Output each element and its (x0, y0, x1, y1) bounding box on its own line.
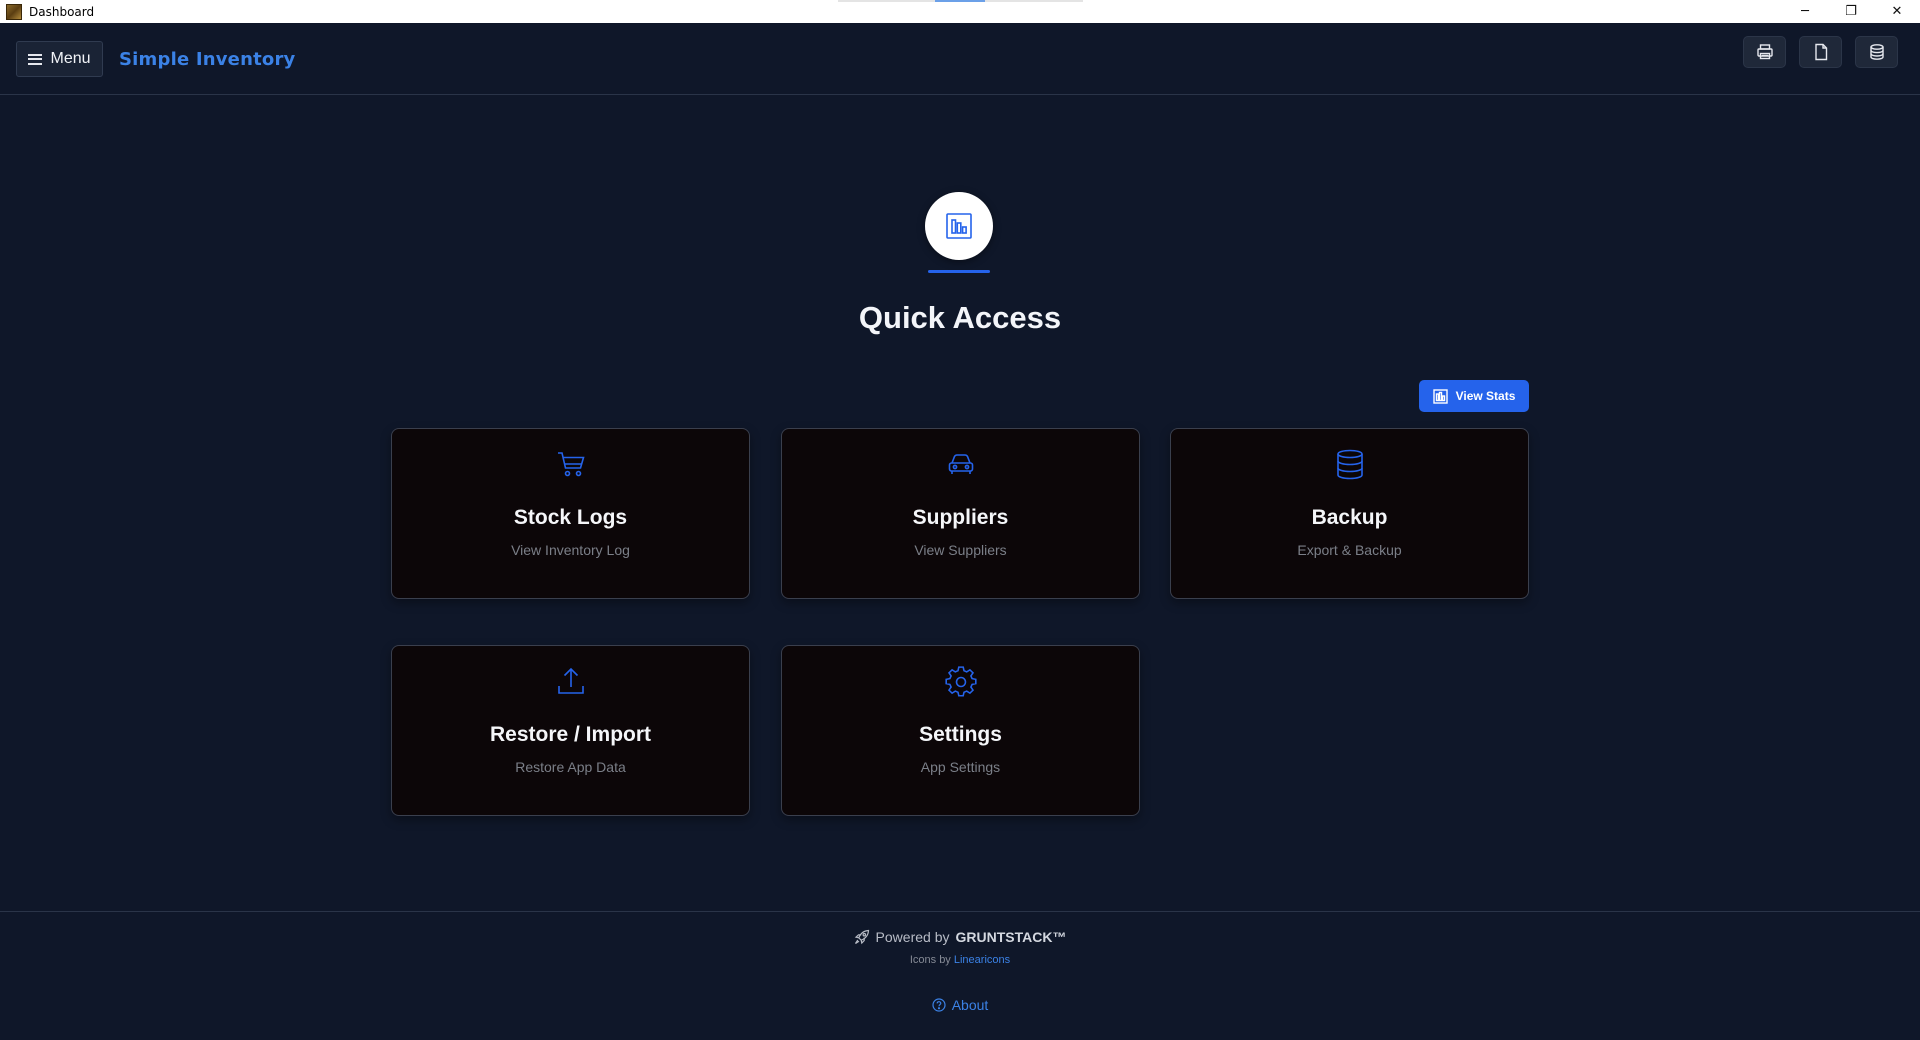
card-suppliers[interactable]: Suppliers View Suppliers (781, 428, 1140, 599)
close-button[interactable]: ✕ (1874, 0, 1920, 23)
card-settings[interactable]: Settings App Settings (781, 645, 1140, 816)
view-stats-label: View Stats (1455, 389, 1516, 403)
printer-icon (1756, 44, 1773, 60)
rocket-icon (854, 929, 869, 945)
database-icon (1869, 44, 1884, 60)
titlebar-indicator-active (935, 0, 985, 2)
powered-prefix: Powered by (875, 929, 950, 945)
menu-button[interactable]: Menu (16, 41, 103, 77)
help-circle-icon (932, 998, 946, 1012)
card-subtitle: Restore App Data (515, 759, 626, 775)
card-backup[interactable]: Backup Export & Backup (1170, 428, 1529, 599)
hero-underline (928, 270, 990, 273)
car-icon (948, 454, 973, 474)
page-title: Quick Access (858, 300, 1062, 335)
icons-prefix: Icons by (909, 954, 951, 966)
minimize-button[interactable]: ─ (1782, 0, 1828, 23)
menu-label: Menu (50, 50, 91, 67)
document-icon (1814, 43, 1827, 61)
about-link[interactable]: About (0, 997, 1920, 1013)
chart-icon (1432, 388, 1448, 404)
view-stats-button[interactable]: View Stats (1419, 380, 1529, 412)
hero-badge (925, 192, 993, 260)
upload-icon (557, 667, 584, 694)
bar-chart-icon (946, 213, 972, 239)
window-controls: ─ ❐ ✕ (1782, 0, 1920, 23)
hamburger-icon (28, 53, 43, 65)
card-stock-logs[interactable]: Stock Logs View Inventory Log (391, 428, 750, 599)
window-titlebar: Dashboard ─ ❐ ✕ (0, 0, 1920, 23)
cart-icon (557, 452, 585, 477)
icons-credit: Icons by Linearicons (0, 954, 1920, 966)
app-icon (6, 3, 22, 20)
database-button[interactable] (1855, 36, 1898, 68)
app-brand[interactable]: Simple Inventory (119, 49, 295, 70)
card-title: Stock Logs (513, 506, 628, 529)
linearicons-link[interactable]: Linearicons (954, 954, 1010, 966)
card-title: Backup (1311, 506, 1388, 529)
powered-brand: GRUNTSTACK™ (955, 929, 1067, 945)
header-actions (1743, 36, 1898, 68)
powered-by: Powered by GRUNTSTACK™ (0, 929, 1920, 945)
window-title: Dashboard (29, 4, 95, 19)
about-label: About (951, 997, 989, 1013)
card-subtitle: View Inventory Log (511, 542, 630, 558)
card-subtitle: App Settings (920, 759, 1001, 775)
restore-button[interactable]: ❐ (1828, 0, 1874, 23)
card-title: Restore / Import (489, 723, 652, 746)
card-title: Settings (919, 723, 1002, 746)
database-icon (1336, 449, 1363, 480)
card-subtitle: Export & Backup (1297, 542, 1402, 558)
card-subtitle: View Suppliers (914, 542, 1007, 558)
cog-icon (944, 666, 977, 697)
app-header: Menu Simple Inventory (0, 23, 1920, 95)
document-button[interactable] (1799, 36, 1842, 68)
card-title: Suppliers (912, 506, 1009, 529)
card-restore-import[interactable]: Restore / Import Restore App Data (391, 645, 750, 816)
footer: Powered by GRUNTSTACK™ Icons by Linearic… (0, 911, 1920, 1040)
print-button[interactable] (1743, 36, 1786, 68)
